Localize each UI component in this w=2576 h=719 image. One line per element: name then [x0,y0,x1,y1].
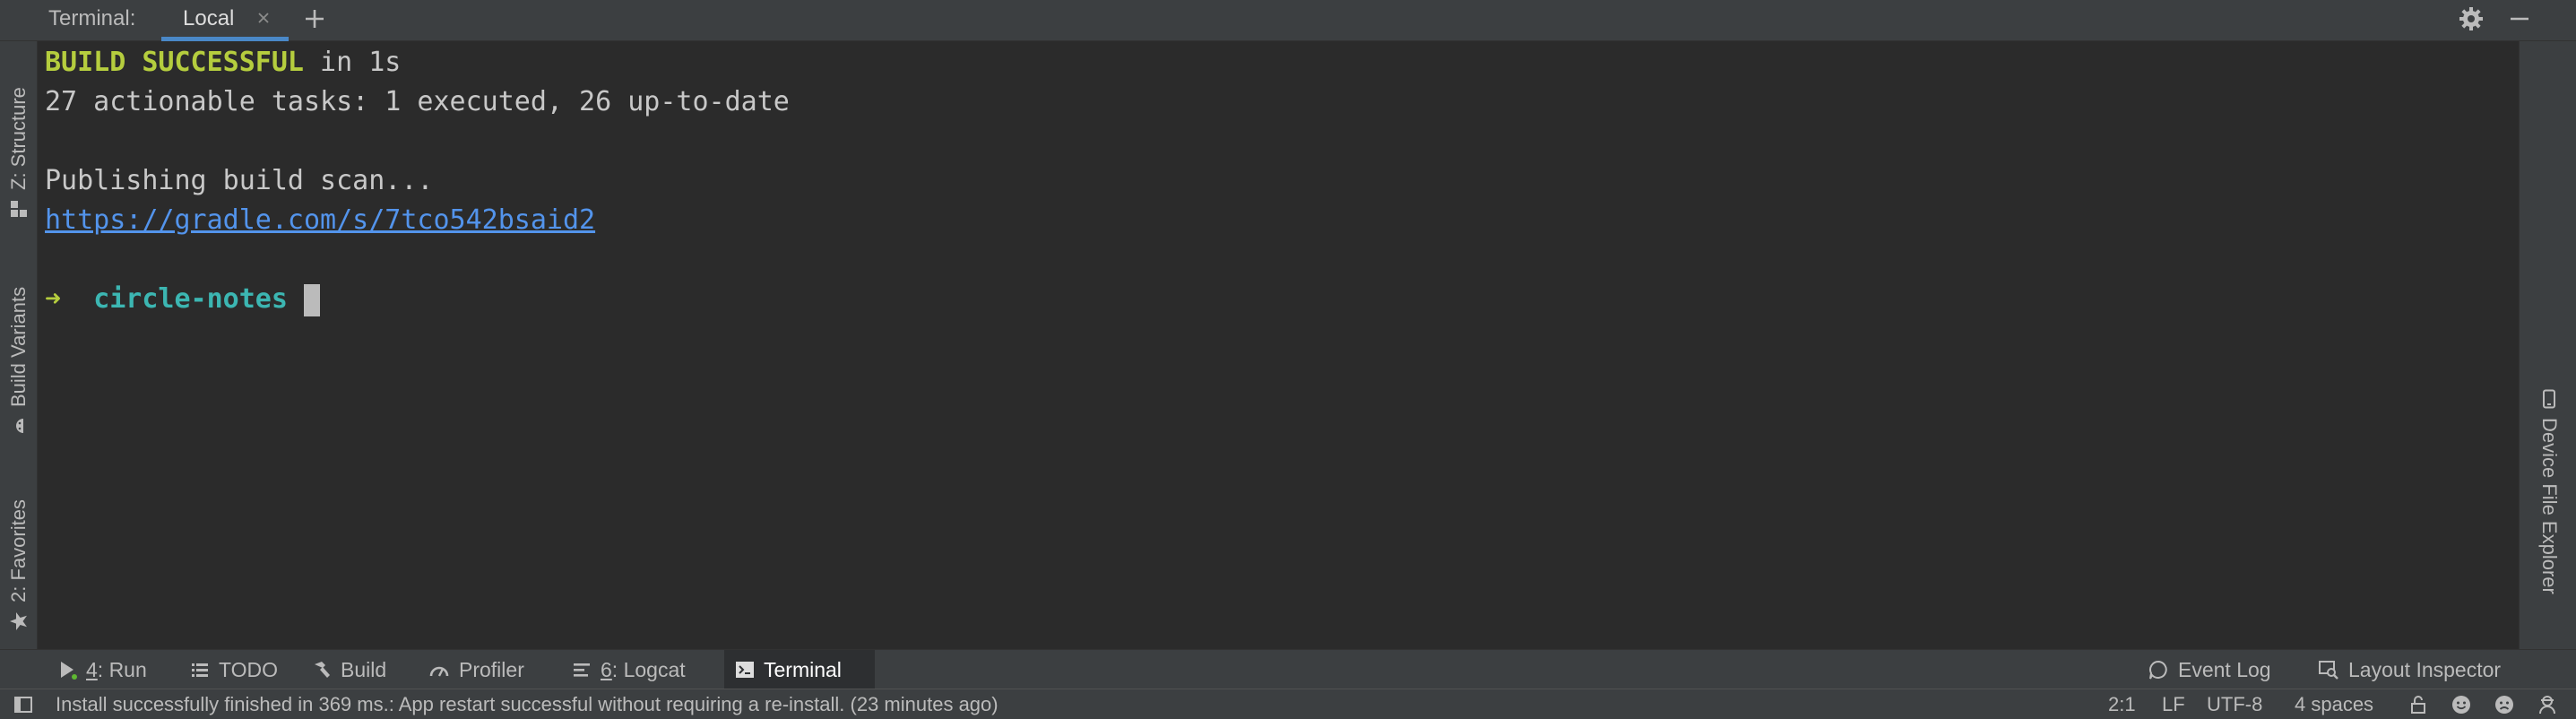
sidebar-tab-build-variants[interactable]: Build Variants [7,287,30,436]
prompt-arrow: ➜ [45,283,62,315]
indent-setting[interactable]: 4 spaces [2295,689,2373,719]
file-encoding[interactable]: UTF-8 [2207,689,2262,719]
left-tool-strip: Z: Structure Build Variants 2: Favorites [0,41,38,649]
tab-local-label: Local [183,6,235,30]
gear-icon[interactable] [2456,4,2486,34]
terminal-output[interactable]: BUILD SUCCESSFUL in 1s 27 actionable tas… [38,41,2519,649]
tool-tab-todo-label: TODO [219,657,279,681]
profiler-icon [429,666,449,677]
smiley-icon[interactable] [2451,694,2472,715]
add-icon[interactable] [301,5,328,32]
sidebar-tab-structure[interactable]: Z: Structure [7,87,30,219]
event-log-icon [2149,660,2167,680]
sidebar-tab-favorites-label: 2: Favorites [7,499,30,602]
prompt-line: ➜ circle-notes [45,282,320,317]
terminal-cursor [303,283,320,316]
close-icon[interactable] [253,7,274,29]
layout-inspector-icon [2319,661,2338,680]
minimize-icon[interactable] [2504,4,2535,34]
logcat-icon [574,663,590,677]
list-icon [192,663,208,677]
terminal-header: Terminal: Local [0,0,2576,41]
tool-tab-profiler-label: Profiler [459,657,524,681]
tool-tab-layout-inspector-label: Layout Inspector [2348,657,2502,681]
tool-window-bar: 4: Run TODO Build Profiler 6: Logcat Ter… [0,649,2576,689]
tool-tab-build-label: Build [341,657,387,681]
terminal-icon [736,662,754,678]
tab-local[interactable]: Local [161,0,289,41]
build-status-line: BUILD SUCCESSFUL in 1s [45,45,401,81]
tool-tab-terminal[interactable]: Terminal [724,650,875,689]
tool-tab-run[interactable]: 4: Run [47,650,158,689]
panel-toggle-icon[interactable] [13,694,34,715]
lock-icon[interactable] [2407,694,2429,715]
tool-tab-terminal-label: Terminal [764,657,842,681]
right-tool-strip: Device File Explorer [2519,41,2576,649]
tool-tab-profiler[interactable]: Profiler [418,650,535,689]
status-message[interactable]: Install successfully finished in 369 ms.… [56,689,998,719]
build-scan-link[interactable]: https://gradle.com/s/7tco542bsaid2 [45,204,595,236]
line-separator[interactable]: LF [2162,689,2185,719]
status-bar: Install successfully finished in 369 ms.… [0,689,2576,719]
caret-position[interactable]: 2:1 [2108,689,2136,719]
structure-icon [11,201,27,217]
sidebar-tab-device-file-explorer[interactable]: Device File Explorer [2537,389,2561,594]
tool-tab-layout-inspector[interactable]: Layout Inspector [2307,650,2511,689]
publishing-line: Publishing build scan... [45,165,434,196]
tool-tab-run-label: 4: Run [86,657,147,681]
sidebar-tab-favorites[interactable]: 2: Favorites [7,499,30,631]
tool-tab-logcat-label: 6: Logcat [601,657,686,681]
run-icon [61,662,77,680]
build-status: BUILD SUCCESSFUL [45,47,304,78]
sidebar-tab-device-file-explorer-label: Device File Explorer [2538,418,2561,594]
sidebar-tab-build-variants-label: Build Variants [7,286,30,407]
star-icon [10,612,27,630]
inspector-person-icon[interactable] [2537,694,2558,715]
tool-tab-event-log-label: Event Log [2178,657,2271,681]
tasks-line: 27 actionable tasks: 1 executed, 26 up-t… [45,86,790,117]
sidebar-tab-structure-label: Z: Structure [7,87,30,190]
terminal-title: Terminal: [48,6,136,30]
android-icon [16,419,23,433]
tool-tab-todo[interactable]: TODO [179,650,289,689]
build-scan-url-line: https://gradle.com/s/7tco542bsaid2 [45,203,595,238]
build-time: in 1s [303,47,402,78]
prompt-cwd: circle-notes [93,283,288,315]
hammer-icon [315,662,330,678]
tool-tab-logcat[interactable]: 6: Logcat [561,650,696,689]
tool-tab-event-log[interactable]: Event Log [2137,650,2282,689]
tool-tab-build[interactable]: Build [301,650,397,689]
sad-face-icon[interactable] [2494,694,2515,715]
device-icon [2543,389,2555,409]
